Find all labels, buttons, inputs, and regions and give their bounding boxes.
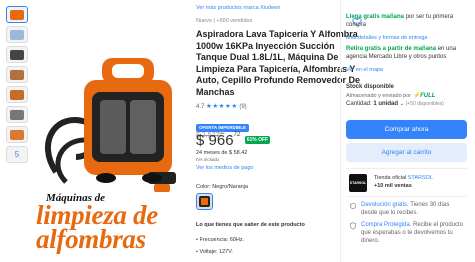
brand-link[interactable]: Ver más productos marca Xiudeen bbox=[196, 5, 346, 11]
thumbnail-gallery: 5 bbox=[6, 6, 28, 166]
divider bbox=[346, 196, 467, 197]
feature-item: • Voltaje: 127V. bbox=[196, 249, 233, 255]
free-return-info: Devolución gratis. Tienes 30 días desde … bbox=[361, 202, 450, 216]
payment-methods-link[interactable]: Ver los medios de pago bbox=[196, 165, 346, 171]
rating-value: 4.7 bbox=[196, 104, 205, 110]
thumbnail[interactable] bbox=[6, 6, 28, 23]
map-link[interactable]: Ver en el mapa bbox=[346, 67, 468, 73]
seller-logo[interactable]: STARSOL bbox=[349, 174, 367, 192]
color-option-selected[interactable] bbox=[196, 193, 213, 210]
buy-now-button[interactable]: Comprar ahora bbox=[346, 120, 467, 139]
full-badge: ⚡FULL bbox=[412, 93, 436, 99]
stock-title: Stock disponible bbox=[346, 84, 395, 90]
column-divider bbox=[340, 0, 341, 262]
features-title: Lo que tienes que saber de este producto bbox=[196, 222, 305, 228]
feature-item: • Frecuencia: 60Hz. bbox=[196, 237, 245, 243]
color-label: Color: Negro/Naranja bbox=[196, 184, 248, 190]
thumbnail[interactable] bbox=[6, 26, 28, 43]
shipping-arrival: Llega gratis mañana por ser tu primera c… bbox=[346, 14, 454, 28]
thumbnail[interactable] bbox=[6, 106, 28, 123]
pickup-info: Retira gratis a partir de mañana en una … bbox=[346, 46, 457, 60]
return-icon bbox=[350, 202, 356, 209]
color-swatch bbox=[199, 196, 210, 207]
protected-purchase-info: Compra Protegida. Recibe el producto que… bbox=[361, 222, 464, 244]
protected-purchase-link[interactable]: Compra Protegida. bbox=[361, 222, 411, 228]
price-row: $ 96672 61% OFF bbox=[196, 132, 346, 150]
shipping-details-link[interactable]: Más detalles y formas de entrega bbox=[346, 35, 468, 41]
add-to-cart-button[interactable]: Agregar al carrito bbox=[346, 143, 467, 162]
discount-badge: 61% OFF bbox=[244, 136, 271, 144]
thumbnail[interactable] bbox=[6, 46, 28, 63]
thumbnail[interactable] bbox=[6, 126, 28, 143]
seller-info: Tienda oficial STARSOL bbox=[374, 175, 433, 181]
current-price: $ 96672 bbox=[196, 132, 241, 149]
thumbnail[interactable] bbox=[6, 66, 28, 83]
shield-icon bbox=[350, 222, 356, 230]
review-count: (9) bbox=[239, 104, 247, 110]
rating-row[interactable]: 4.7 ★★★★★ (9) bbox=[196, 102, 346, 110]
rating-stars-icon: ★★★★★ bbox=[206, 103, 238, 110]
divider bbox=[346, 168, 467, 169]
seller-name-link[interactable]: STARSOL bbox=[408, 175, 433, 181]
thumbnail[interactable] bbox=[6, 86, 28, 103]
free-return-link[interactable]: Devolución gratis. bbox=[361, 202, 409, 208]
stock-shipper: Almacenado y enviado por ⚡FULL bbox=[346, 93, 436, 99]
installments: 24 meses de $ 58.42 bbox=[196, 150, 248, 156]
product-title: Aspiradora Lava Tapicería Y Alfombra 100… bbox=[196, 29, 361, 97]
condition-sold: Nuevo | +500 vendidos bbox=[196, 18, 253, 24]
thumbnail-more[interactable]: 5 bbox=[6, 146, 28, 163]
quantity-selector[interactable]: Cantidad: 1 unidad ⌄ (+50 disponibles) bbox=[346, 101, 468, 107]
chevron-down-icon: ⌄ bbox=[399, 101, 404, 107]
seller-sales: +10 mil ventas bbox=[374, 183, 412, 189]
iva-note: IVA incluido bbox=[196, 157, 220, 162]
promo-text-line3: alfombras bbox=[36, 224, 146, 254]
more-count: 5 bbox=[14, 150, 20, 159]
